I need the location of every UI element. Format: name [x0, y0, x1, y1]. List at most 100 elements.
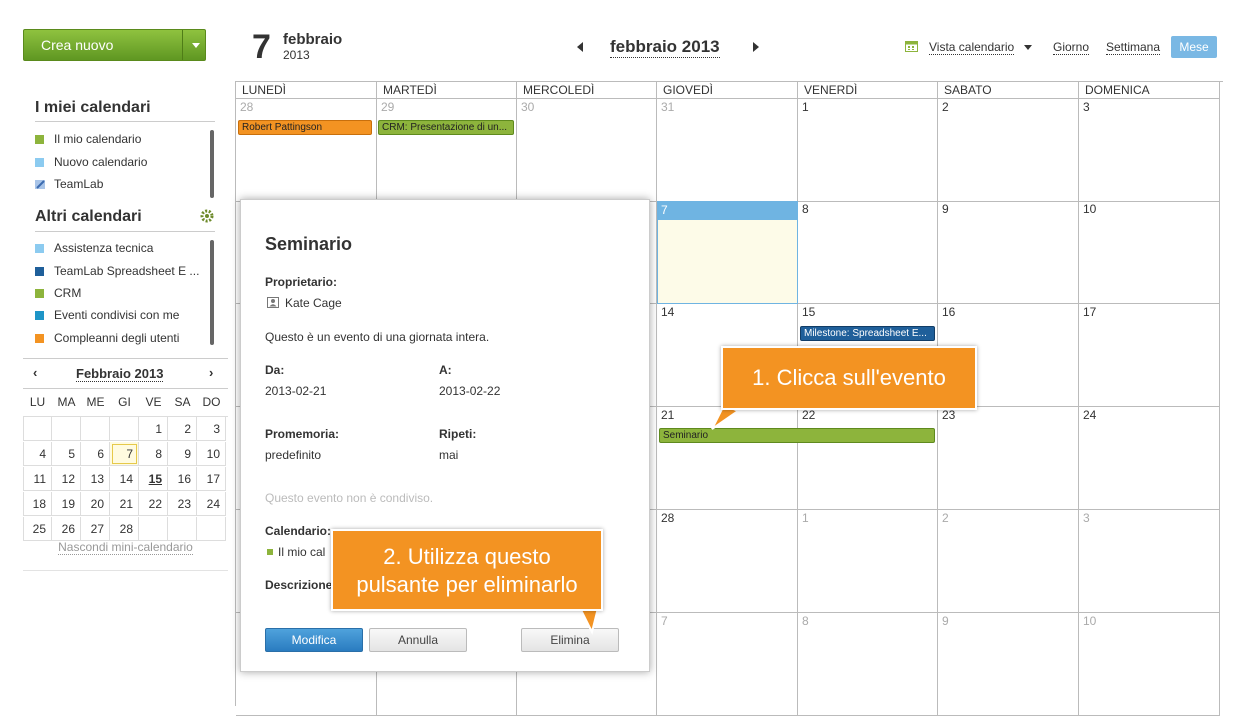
mini-day[interactable]: 13 [81, 467, 110, 491]
mini-day[interactable]: 11 [23, 467, 52, 491]
calendar-item-birthdays[interactable]: Compleanni degli utenti [35, 329, 179, 347]
prev-period-button[interactable] [577, 42, 583, 52]
mini-month-title[interactable]: Febbraio 2013 [76, 366, 164, 382]
day-cell[interactable]: 10 [1079, 201, 1220, 304]
divider [23, 358, 228, 359]
day-cell[interactable]: 2 [938, 99, 1079, 202]
day-cell[interactable]: 30 [517, 99, 657, 202]
mini-day[interactable]: 15 [139, 467, 168, 491]
day-number: 9 [942, 614, 949, 628]
day-cell[interactable]: 2 [938, 510, 1079, 613]
mini-day[interactable]: 3 [197, 417, 226, 441]
mini-day-empty [139, 517, 168, 541]
period-title[interactable]: febbraio 2013 [610, 37, 720, 58]
chevron-down-icon[interactable] [192, 43, 200, 48]
mini-next-button[interactable]: › [209, 365, 213, 380]
cancel-button[interactable]: Annulla [369, 628, 467, 652]
mini-day-empty [52, 417, 81, 441]
event-robert-pattingson[interactable]: Robert Pattingson [238, 120, 372, 135]
mini-day[interactable]: 9 [168, 442, 197, 466]
day-cell[interactable]: 9 [938, 613, 1079, 716]
calendar-item-new-calendar[interactable]: Nuovo calendario [35, 153, 147, 171]
current-month: febbraio [283, 31, 343, 48]
weekday-header: DOMENICA [1079, 82, 1220, 99]
day-cell[interactable]: 28 [657, 510, 798, 613]
day-cell[interactable]: 1 [798, 510, 938, 613]
day-cell[interactable]: 3 [1079, 510, 1220, 613]
edit-button[interactable]: Modifica [265, 628, 363, 652]
day-cell[interactable]: 23 [938, 407, 1079, 510]
scrollbar[interactable] [210, 130, 214, 198]
calendar-item-support[interactable]: Assistenza tecnica [35, 239, 153, 257]
day-cell[interactable]: 9 [938, 201, 1079, 304]
mini-day[interactable]: 7 [110, 442, 139, 466]
calendar-view-dropdown[interactable]: Vista calendario [929, 40, 1032, 55]
description-label: Descrizione [265, 578, 333, 592]
day-cell[interactable]: 28 [236, 99, 377, 202]
next-period-button[interactable] [753, 42, 759, 52]
calendar-item-shared[interactable]: Eventi condivisi con me [35, 306, 179, 324]
day-number: 10 [1083, 202, 1097, 216]
mini-day[interactable]: 6 [81, 442, 110, 466]
day-cell[interactable]: 31 [657, 99, 798, 202]
mini-day[interactable]: 19 [52, 492, 81, 516]
mini-day[interactable]: 4 [23, 442, 52, 466]
day-cell[interactable]: 29 [377, 99, 517, 202]
mini-day[interactable]: 12 [52, 467, 81, 491]
mini-day[interactable]: 25 [23, 517, 52, 541]
day-cell[interactable]: 7 [657, 613, 798, 716]
mini-weekday: MA [57, 395, 76, 409]
mini-day[interactable]: 1 [139, 417, 168, 441]
mini-day[interactable]: 8 [139, 442, 168, 466]
owner-label: Proprietario: [265, 275, 338, 289]
owner-name: Kate Cage [285, 296, 342, 310]
mini-day[interactable]: 21 [110, 492, 139, 516]
mini-weekday: LU [29, 395, 46, 409]
mini-day[interactable]: 16 [168, 467, 197, 491]
calendar-item-spreadsheet[interactable]: TeamLab Spreadsheet E ... [35, 262, 199, 280]
event-crm[interactable]: CRM: Presentazione di un... [378, 120, 514, 135]
day-cell[interactable]: 7 [657, 201, 798, 304]
day-cell[interactable]: 3 [1079, 99, 1220, 202]
view-week-button[interactable]: Settimana [1106, 40, 1161, 55]
divider [35, 121, 215, 122]
mini-day[interactable]: 2 [168, 417, 197, 441]
mini-day[interactable]: 18 [23, 492, 52, 516]
day-cell[interactable]: 17 [1079, 304, 1220, 407]
hide-mini-calendar-link[interactable]: Nascondi mini-calendario [23, 540, 228, 555]
mini-day[interactable]: 27 [81, 517, 110, 541]
mini-prev-button[interactable]: ‹ [33, 365, 37, 380]
event-milestone[interactable]: Milestone: Spreadsheet E... [800, 326, 935, 341]
calendar-item-teamlab[interactable]: TeamLab [35, 175, 103, 193]
scrollbar[interactable] [210, 240, 214, 345]
mini-day[interactable]: 24 [197, 492, 226, 516]
calendar-item-crm[interactable]: CRM [35, 284, 81, 302]
day-cell[interactable]: 8 [798, 613, 938, 716]
mini-day[interactable]: 5 [52, 442, 81, 466]
mini-day[interactable]: 20 [81, 492, 110, 516]
mini-day[interactable]: 10 [197, 442, 226, 466]
mini-day[interactable]: 28 [110, 517, 139, 541]
day-cell[interactable]: 22 [798, 407, 938, 510]
mini-day[interactable]: 14 [110, 467, 139, 491]
day-cell[interactable]: 1 [798, 99, 938, 202]
create-new-button[interactable]: Crea nuovo [23, 29, 206, 61]
day-number: 2 [942, 100, 949, 114]
view-month-button[interactable]: Mese [1171, 36, 1217, 58]
day-number: 10 [1083, 614, 1097, 628]
mini-day[interactable]: 17 [197, 467, 226, 491]
shared-note: Questo evento non è condiviso. [265, 491, 434, 505]
day-cell[interactable]: 24 [1079, 407, 1220, 510]
mini-day[interactable]: 23 [168, 492, 197, 516]
day-number: 17 [1083, 305, 1097, 319]
day-number: 9 [942, 202, 949, 216]
day-cell[interactable]: 10 [1079, 613, 1220, 716]
calendar-item-my-calendar[interactable]: Il mio calendario [35, 130, 141, 148]
view-day-button[interactable]: Giorno [1053, 40, 1090, 55]
reminder-value: predefinito [265, 448, 322, 462]
mini-day[interactable]: 22 [139, 492, 168, 516]
mini-day[interactable]: 26 [52, 517, 81, 541]
day-cell[interactable]: 8 [798, 201, 938, 304]
color-swatch [35, 157, 44, 167]
gear-icon[interactable] [200, 209, 214, 223]
